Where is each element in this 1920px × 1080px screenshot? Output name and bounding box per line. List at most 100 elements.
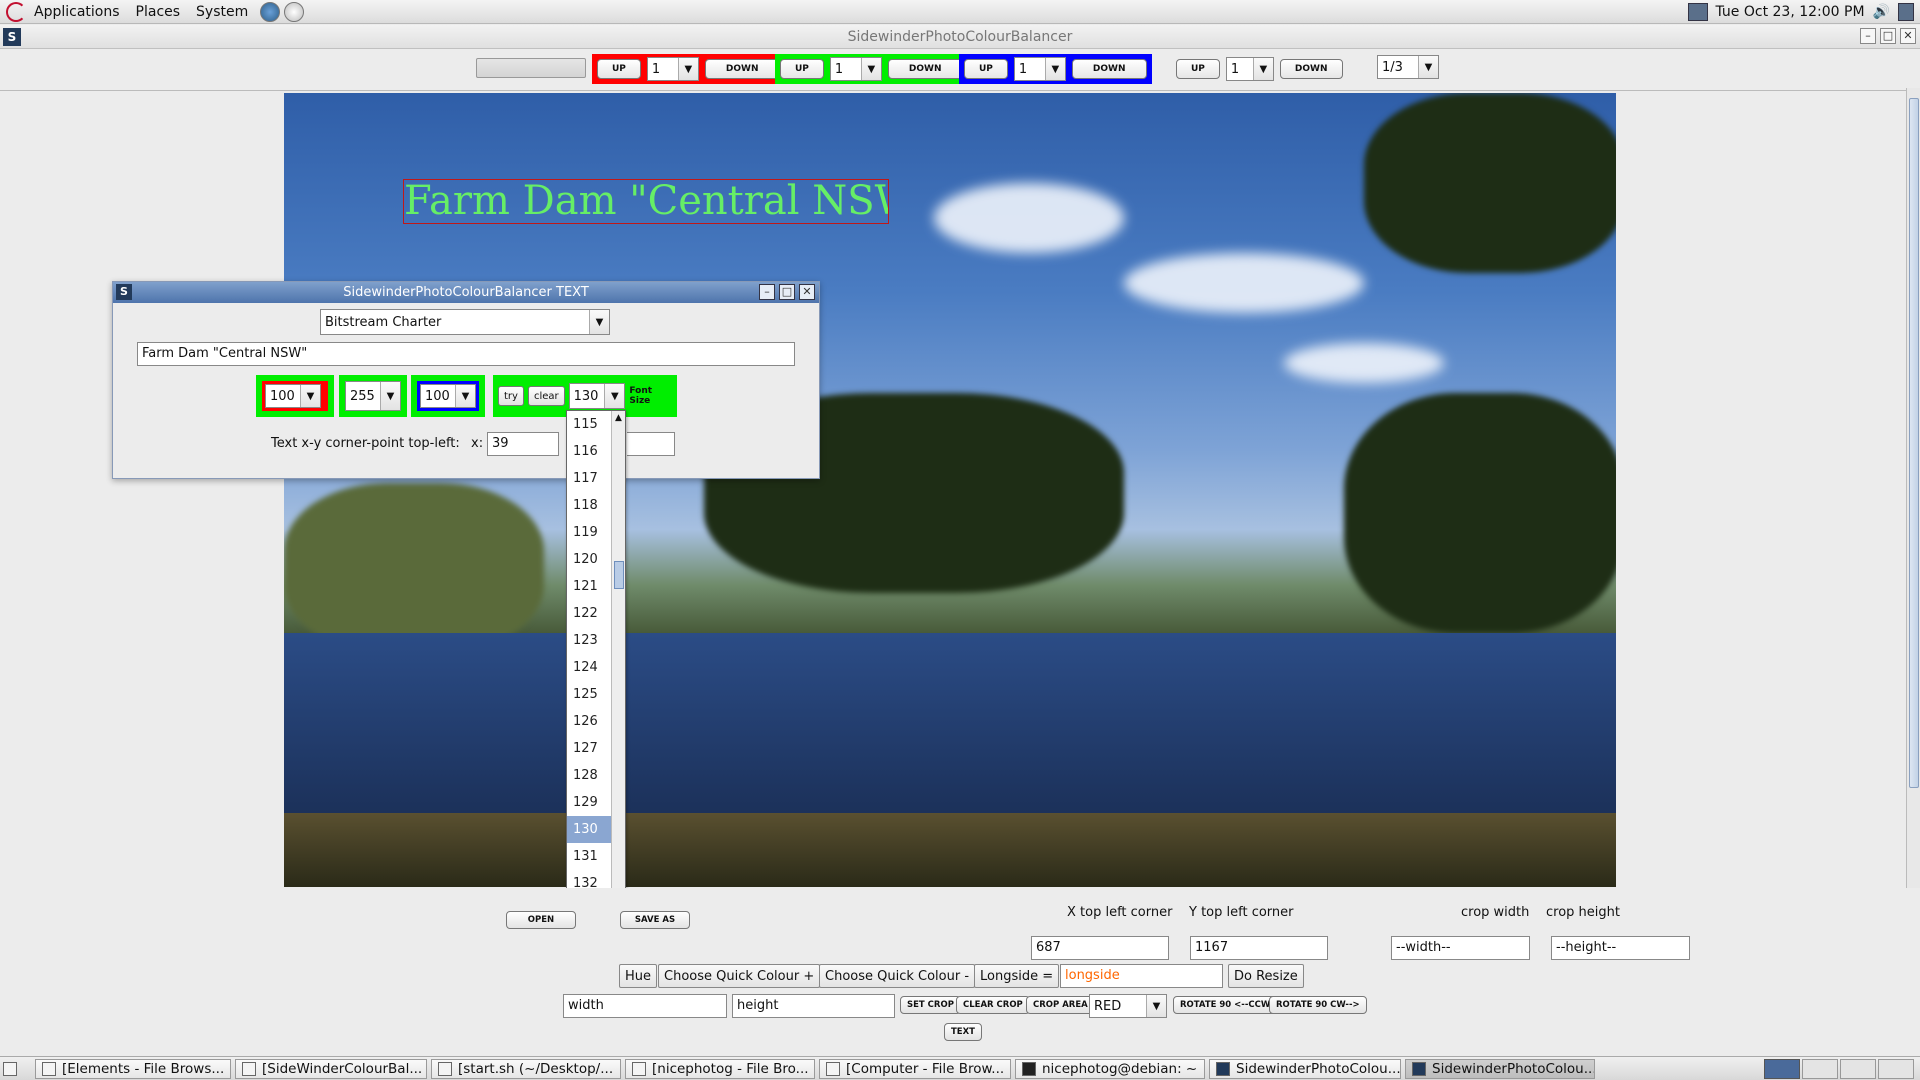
red-step-select[interactable]: 1 ▼ <box>646 57 699 81</box>
width-input[interactable]: width <box>563 994 727 1018</box>
dropdown-scrollbar[interactable]: ▲ ▼ <box>611 411 625 952</box>
quick-colour-plus-button[interactable]: Choose Quick Colour + <box>658 964 821 988</box>
workspace-2[interactable] <box>1802 1058 1838 1079</box>
task-start-sh[interactable]: [start.sh (~/Desktop/... <box>431 1058 621 1079</box>
minimize-icon[interactable]: – <box>1860 28 1876 44</box>
all-step-select[interactable]: 1 ▼ <box>1225 57 1274 81</box>
chevron-down-icon: ▼ <box>589 310 609 334</box>
chevron-down-icon: ▼ <box>860 58 881 80</box>
try-button[interactable]: try <box>498 386 524 406</box>
green-step-select[interactable]: 1 ▼ <box>829 57 882 81</box>
volume-icon[interactable]: 🔊 <box>1873 4 1890 20</box>
debian-logo-icon[interactable] <box>6 1 26 22</box>
web-browser-icon[interactable] <box>260 1 281 22</box>
green-down-button[interactable]: DOWN <box>887 59 963 79</box>
tree-shape <box>284 483 544 653</box>
font-family-select[interactable]: Bitstream Charter ▼ <box>320 309 610 335</box>
blue-up-button[interactable]: UP <box>964 59 1008 79</box>
maximize-icon[interactable]: □ <box>779 284 795 300</box>
folder-icon <box>42 1061 56 1076</box>
green-up-button[interactable]: UP <box>780 59 824 79</box>
y-top-left-input[interactable]: 1167 <box>1190 936 1328 960</box>
task-sidewinder-colour-bal[interactable]: [SideWinderColourBal... <box>235 1058 427 1079</box>
green-value: 255 <box>350 388 375 404</box>
open-button[interactable]: OPEN <box>506 911 576 929</box>
rotate-cw-button[interactable]: ROTATE 90 CW--> <box>1269 996 1367 1014</box>
blue-step-select[interactable]: 1 ▼ <box>1013 57 1066 81</box>
red-value-select[interactable]: 100 ▼ <box>265 384 321 408</box>
crop-width-label: crop width <box>1461 905 1530 920</box>
text-y-input[interactable] <box>627 432 675 456</box>
do-resize-button[interactable]: Do Resize <box>1228 964 1304 988</box>
task-label: [start.sh (~/Desktop/... <box>458 1060 614 1077</box>
task-sidewinder-main[interactable]: SidewinderPhotoColou... <box>1209 1058 1401 1079</box>
green-value-select[interactable]: 255 ▼ <box>345 381 401 411</box>
font-size-dropdown-list[interactable]: 115 116 117 118 119 120 121 122 123 124 125 126 127 1… <box>566 410 626 953</box>
close-icon[interactable]: ✕ <box>1900 28 1916 44</box>
workspace-1[interactable] <box>1764 1058 1800 1079</box>
clear-crop-button[interactable]: CLEAR CROP <box>956 996 1030 1014</box>
all-up-button[interactable]: UP <box>1176 59 1220 79</box>
task-computer-file-browser[interactable]: [Computer - File Brow... <box>819 1058 1011 1079</box>
task-sidewinder-text[interactable]: SidewinderPhotoColou... <box>1405 1058 1595 1079</box>
red-up-button[interactable]: UP <box>597 59 641 79</box>
hue-button[interactable]: Hue <box>619 964 658 988</box>
red-down-button[interactable]: DOWN <box>704 59 780 79</box>
task-nicephotog-file-browser[interactable]: [nicephotog - File Bro... <box>625 1058 815 1079</box>
crop-width-input[interactable]: --width-- <box>1391 936 1530 960</box>
workspace-4[interactable] <box>1878 1058 1914 1079</box>
set-crop-button[interactable]: SET CROP <box>900 996 961 1014</box>
crop-height-input[interactable]: --height-- <box>1551 936 1690 960</box>
chevron-down-icon: ▼ <box>1146 995 1166 1017</box>
vertical-scrollbar[interactable] <box>1906 88 1920 888</box>
task-label: SidewinderPhotoColou... <box>1432 1060 1595 1077</box>
blue-value-select[interactable]: 100 ▼ <box>420 384 476 408</box>
main-window-titlebar[interactable]: S SidewinderPhotoColourBalancer – □ ✕ <box>0 25 1920 49</box>
network-monitor-icon[interactable] <box>1687 3 1708 21</box>
font-size-select[interactable]: 130 ▼ <box>568 383 626 409</box>
maximize-icon[interactable]: □ <box>1880 28 1896 44</box>
font-size-value: 130 <box>573 388 599 404</box>
rotate-ccw-button[interactable]: ROTATE 90 <--CCW <box>1173 996 1278 1014</box>
menu-system[interactable]: System <box>188 4 256 20</box>
longside-input[interactable]: longside <box>1060 964 1223 988</box>
app-tray-icon[interactable] <box>1898 3 1914 21</box>
text-button[interactable]: TEXT <box>944 1023 982 1041</box>
page-value: 1/3 <box>1382 59 1403 75</box>
scrollbar-thumb[interactable] <box>1909 98 1919 788</box>
height-input[interactable]: height <box>732 994 895 1018</box>
show-desktop-icon[interactable] <box>3 1061 17 1076</box>
save-as-button[interactable]: SAVE AS <box>620 911 690 929</box>
clear-button[interactable]: clear <box>527 386 565 406</box>
clock[interactable]: Tue Oct 23, 12:00 PM <box>1716 4 1865 20</box>
chevron-down-icon: ▼ <box>677 58 698 80</box>
page-select[interactable]: 1/3 ▼ <box>1377 55 1439 79</box>
menu-places[interactable]: Places <box>128 4 189 20</box>
task-elements-file-browser[interactable]: [Elements - File Brows... <box>35 1058 231 1079</box>
scroll-up-icon[interactable]: ▲ <box>612 411 625 425</box>
overlay-text-input[interactable]: Farm Dam "Central NSW" <box>137 342 795 366</box>
folder-icon <box>826 1061 840 1076</box>
workspace-switcher[interactable] <box>1764 1058 1914 1079</box>
all-down-button[interactable]: DOWN <box>1279 59 1343 79</box>
chevron-down-icon: ▼ <box>1418 56 1438 78</box>
text-x-input[interactable]: 39 <box>487 432 559 456</box>
text-dialog-titlebar[interactable]: S SidewinderPhotoColourBalancer TEXT – □… <box>113 282 819 303</box>
dropdown-scroll-thumb[interactable] <box>614 561 624 589</box>
menu-applications[interactable]: Applications <box>26 4 128 20</box>
workspace-3[interactable] <box>1840 1058 1876 1079</box>
task-terminal[interactable]: nicephotog@debian: ~ <box>1015 1058 1205 1079</box>
crop-area-button[interactable]: CROP AREA <box>1026 996 1095 1014</box>
colour-select[interactable]: RED ▼ <box>1089 994 1167 1018</box>
minimize-icon[interactable]: – <box>759 284 775 300</box>
mail-client-icon[interactable] <box>284 1 305 22</box>
photo-text-overlay[interactable]: Farm Dam "Central NSW" <box>403 179 889 224</box>
close-icon[interactable]: ✕ <box>799 284 815 300</box>
app-icon <box>1412 1061 1426 1076</box>
longside-button[interactable]: Longside = <box>974 964 1060 988</box>
x-top-left-input[interactable]: 687 <box>1031 936 1169 960</box>
text-dialog: S SidewinderPhotoColourBalancer TEXT – □… <box>112 281 820 479</box>
all-step-value: 1 <box>1230 61 1240 77</box>
quick-colour-minus-button[interactable]: Choose Quick Colour - <box>819 964 976 988</box>
blue-down-button[interactable]: DOWN <box>1071 59 1147 79</box>
